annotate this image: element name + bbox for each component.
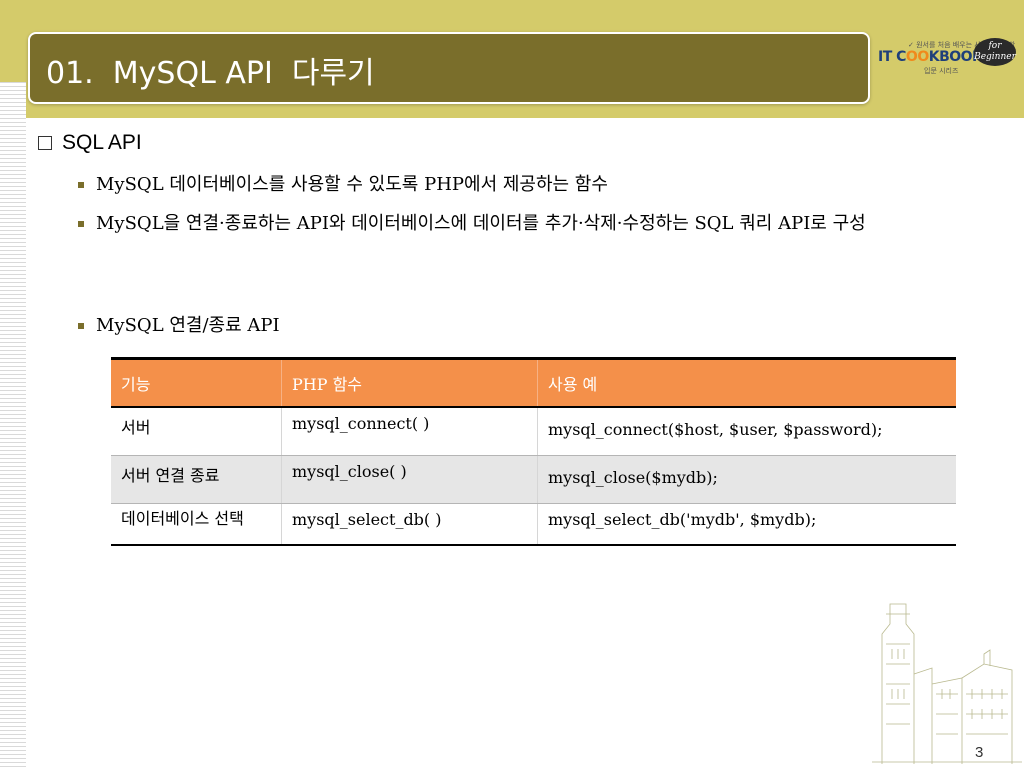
table-cell: mysql_close( )	[281, 455, 538, 504]
table-cell: 서버	[111, 407, 282, 456]
table-cell: 서버 연결 종료	[111, 455, 282, 504]
table-row: 서버 mysql_connect( ) mysql_connect($host,…	[111, 407, 956, 456]
section-heading: SQL API	[38, 131, 142, 155]
it-cookbook-logo: ✓ 원서를 처음 배우는 사람들을 위한 IT COOKBOOK 입문 시리즈 …	[878, 38, 1018, 80]
slide-title: 01. MySQL API 다루기	[46, 56, 375, 91]
checkbox-icon	[38, 136, 52, 150]
table-row: 서버 연결 종료 mysql_close( ) mysql_close($myd…	[111, 455, 956, 504]
table-cell: mysql_connect( )	[281, 407, 538, 456]
mysql-api-table: 기능 PHP 함수 사용 예 서버 mysql_connect( ) mysql…	[111, 357, 956, 546]
bullet-item: MySQL을 연결·종료하는 API와 데이터베이스에 데이터를 추가·삭제·수…	[78, 209, 950, 238]
square-bullet-icon	[78, 221, 84, 227]
table-cell: mysql_close($mydb);	[537, 455, 956, 504]
table-cell: mysql_connect($host, $user, $password);	[537, 407, 956, 456]
logo-badge: for Beginner	[974, 38, 1016, 66]
column-header-function: 기능	[111, 357, 282, 408]
column-header-php-function: PHP 함수	[281, 357, 538, 408]
logo-wordmark: IT COOKBOOK	[878, 49, 983, 65]
page-number: 3	[975, 744, 984, 761]
bullet-text: MySQL 데이터베이스를 사용할 수 있도록 PHP에서 제공하는 함수	[96, 174, 608, 195]
column-header-example: 사용 예	[537, 357, 956, 408]
bullet-text: MySQL 연결/종료 API	[96, 315, 280, 336]
square-bullet-icon	[78, 323, 84, 329]
building-sketch-icon	[872, 603, 1022, 764]
logo-wordmark-prefix: IT C	[878, 49, 906, 65]
bullet-text: MySQL을 연결·종료하는 API와 데이터베이스에 데이터를 추가·삭제·수…	[96, 213, 866, 234]
logo-series: 입문 시리즈	[924, 67, 959, 75]
table-cell: 데이터베이스 선택	[111, 503, 282, 546]
table-cell: mysql_select_db( )	[281, 503, 538, 546]
table-cell: mysql_select_db('mydb', $mydb);	[537, 503, 956, 546]
section-heading-text: SQL API	[62, 131, 142, 154]
square-bullet-icon	[78, 182, 84, 188]
title-bar: 01. MySQL API 다루기	[28, 32, 870, 104]
table-row: 데이터베이스 선택 mysql_select_db( ) mysql_selec…	[111, 503, 956, 546]
left-decorative-lines	[0, 82, 26, 768]
table-header-row: 기능 PHP 함수 사용 예	[111, 357, 956, 408]
logo-wordmark-highlight: OO	[905, 49, 929, 65]
bullet-item: MySQL 데이터베이스를 사용할 수 있도록 PHP에서 제공하는 함수	[78, 170, 940, 199]
bullet-item: MySQL 연결/종료 API	[78, 311, 940, 340]
